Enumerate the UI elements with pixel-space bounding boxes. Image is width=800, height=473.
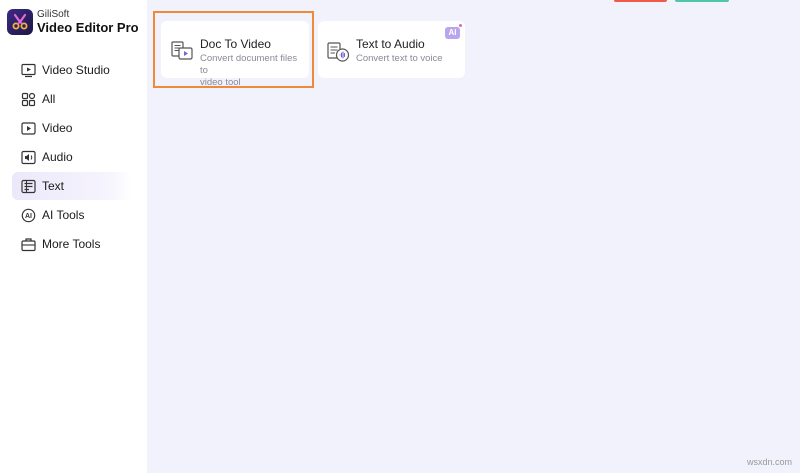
sidebar-item-label: Video	[42, 121, 73, 135]
top-action-button-red[interactable]	[614, 0, 667, 2]
sidebar-item-label: Text	[42, 179, 65, 193]
sidebar-item-label: Audio	[42, 150, 73, 164]
watermark: wsxdn.com	[746, 457, 792, 467]
card-description: Convert text to voice	[356, 53, 443, 64]
sidebar-item-label: Video Studio	[42, 63, 110, 77]
sidebar-item-ai-tools[interactable]: AI AI Tools	[12, 201, 132, 229]
sidebar-item-label: More Tools	[42, 237, 101, 251]
scissors-logo-icon	[7, 9, 33, 35]
video-icon	[20, 120, 36, 136]
card-title: Text to Audio	[356, 37, 425, 51]
ai-icon: AI	[20, 207, 36, 223]
selection-highlight	[153, 11, 314, 88]
audio-icon	[20, 149, 36, 165]
sidebar-nav: Video Studio All Video Audio Text AI AI …	[12, 56, 132, 259]
sidebar-item-label: AI Tools	[42, 208, 85, 222]
text-to-audio-icon	[326, 40, 350, 64]
brand-name: GiliSoft	[37, 9, 70, 20]
sidebar-item-text[interactable]: Text	[12, 172, 132, 200]
sidebar-item-label: All	[42, 92, 56, 106]
sidebar-item-all[interactable]: All	[12, 85, 132, 113]
video-studio-icon	[20, 62, 36, 78]
sidebar-item-more-tools[interactable]: More Tools	[12, 230, 132, 258]
sidebar-item-video-studio[interactable]: Video Studio	[12, 56, 132, 84]
top-action-button-green[interactable]	[675, 0, 729, 2]
grid-icon	[20, 91, 36, 107]
product-name: Video Editor Pro	[37, 20, 139, 35]
text-icon	[20, 178, 36, 194]
svg-text:AI: AI	[25, 213, 32, 220]
badge-dot-icon	[459, 24, 462, 27]
text-to-audio-card[interactable]: Text to Audio Convert text to voice AI	[318, 21, 465, 78]
app-logo: GiliSoft Video Editor Pro	[7, 9, 139, 35]
ai-badge: AI	[445, 27, 460, 39]
sidebar: GiliSoft Video Editor Pro Video Studio A…	[0, 0, 147, 473]
sidebar-item-video[interactable]: Video	[12, 114, 132, 142]
sidebar-item-audio[interactable]: Audio	[12, 143, 132, 171]
toolbox-icon	[20, 236, 36, 252]
